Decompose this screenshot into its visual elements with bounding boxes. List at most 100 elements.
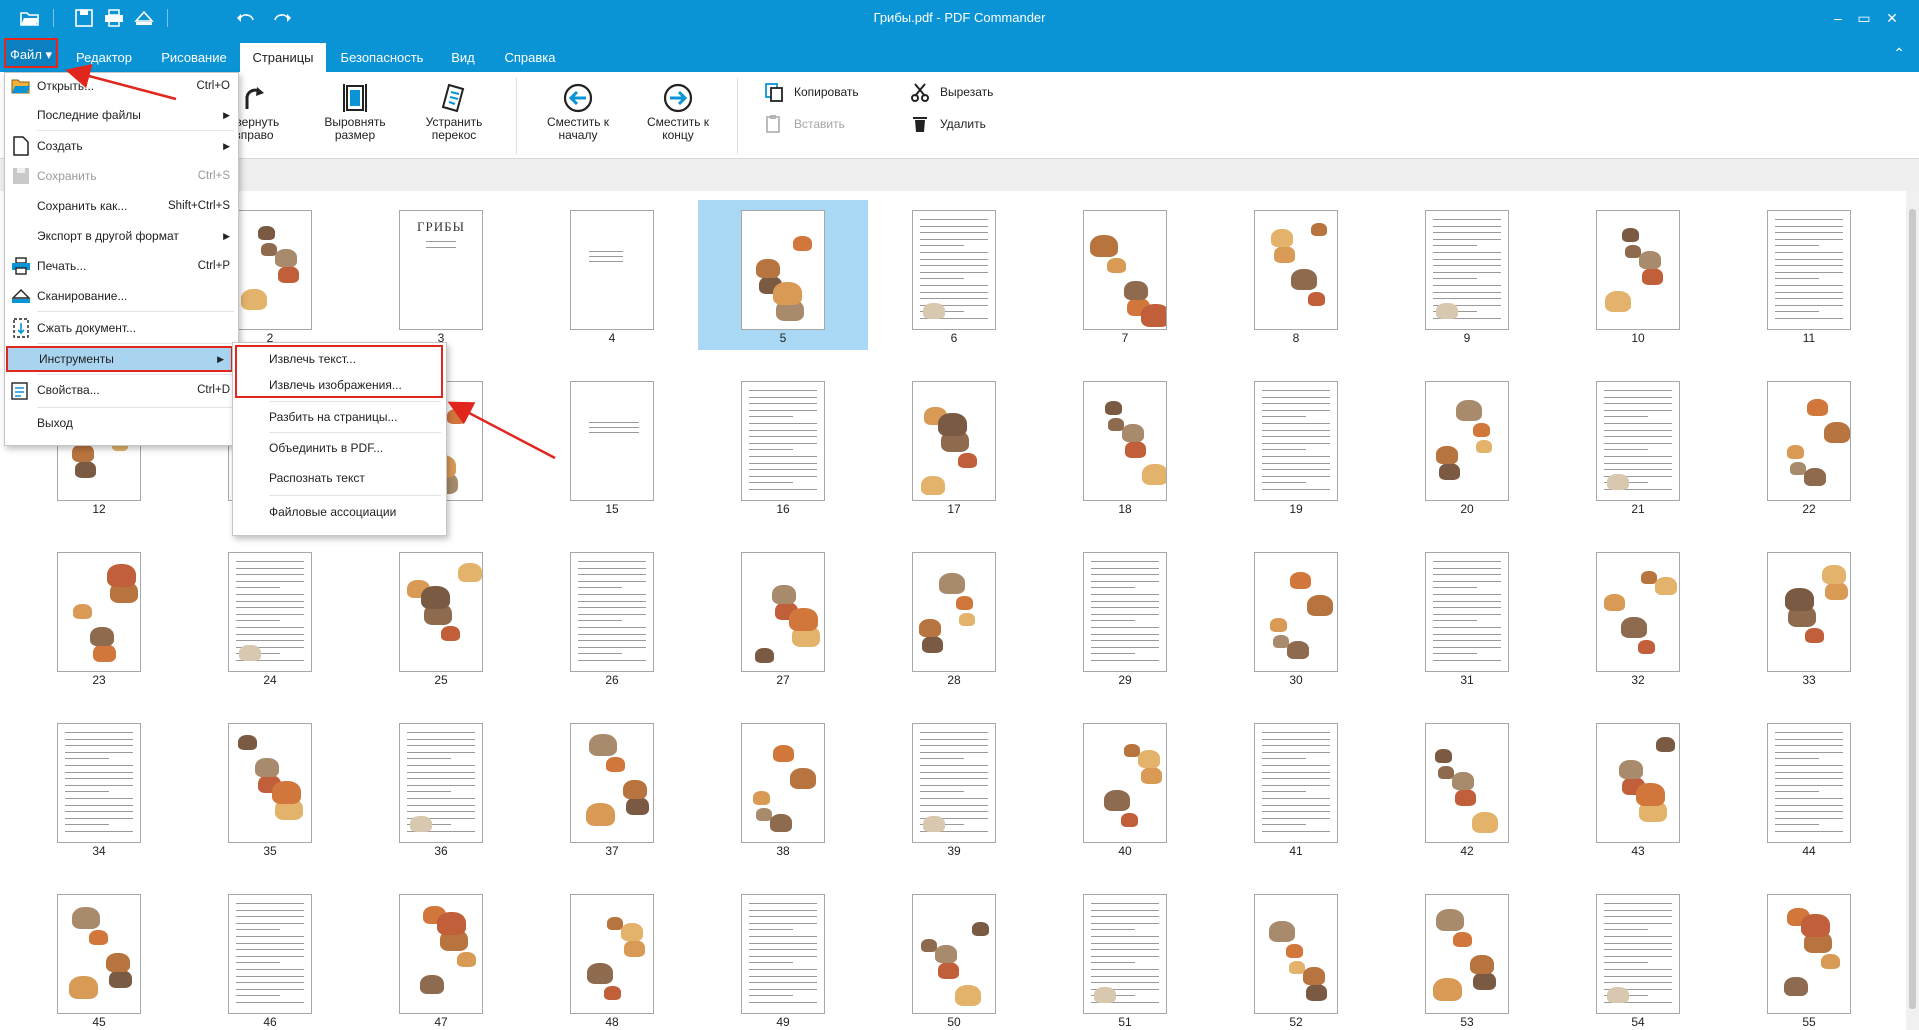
menu-item-create[interactable]: Создать ▶: [5, 134, 238, 158]
scrollbar-thumb[interactable]: [1909, 209, 1916, 1009]
page-thumbnail[interactable]: 16: [698, 371, 868, 521]
page-thumbnail[interactable]: 42: [1382, 713, 1552, 863]
page-thumbnail[interactable]: 30: [1211, 542, 1381, 692]
page-thumbnail[interactable]: 43: [1553, 713, 1723, 863]
page-thumbnail[interactable]: 26: [527, 542, 697, 692]
page-thumbnail[interactable]: 53: [1382, 884, 1552, 1030]
page-thumbnail[interactable]: 4: [527, 200, 697, 350]
page-thumbnail[interactable]: 55: [1724, 884, 1894, 1030]
tab-help[interactable]: Справка: [494, 43, 566, 72]
menu-item-scan[interactable]: Сканирование...: [5, 284, 238, 308]
page-thumbnail[interactable]: 34: [14, 713, 184, 863]
paste-button[interactable]: Вставить: [760, 113, 845, 135]
page-thumbnail[interactable]: 19: [1211, 371, 1381, 521]
text-line: [1775, 824, 1819, 826]
fix-skew-button[interactable]: Устранить перекос: [410, 80, 498, 142]
page-thumbnail[interactable]: 45: [14, 884, 184, 1030]
text-line: [407, 791, 451, 793]
submenu-item-merge-pdf[interactable]: Объединить в PDF...: [233, 435, 446, 461]
minimize-button[interactable]: –: [1827, 8, 1849, 28]
cut-button[interactable]: Вырезать: [906, 81, 993, 103]
tab-editor[interactable]: Редактор: [66, 43, 142, 72]
delete-button[interactable]: Удалить: [906, 113, 986, 135]
page-thumbnail[interactable]: 38: [698, 713, 868, 863]
close-button[interactable]: ✕: [1881, 8, 1903, 28]
page-thumbnail[interactable]: 15: [527, 371, 697, 521]
tab-file[interactable]: Файл ▾: [4, 38, 58, 68]
page-thumbnail[interactable]: 21: [1553, 371, 1723, 521]
page-thumbnail[interactable]: ГРИБЫ 3: [356, 200, 526, 350]
maximize-button[interactable]: ▭: [1853, 8, 1875, 28]
page-thumbnail[interactable]: 54: [1553, 884, 1723, 1030]
page-thumbnail[interactable]: 51: [1040, 884, 1210, 1030]
page-thumbnail[interactable]: 40: [1040, 713, 1210, 863]
menu-item-exit[interactable]: Выход: [5, 411, 238, 435]
menu-item-tools[interactable]: Инструменты ▶: [6, 346, 233, 372]
page-thumbnail[interactable]: 37: [527, 713, 697, 863]
tab-pages[interactable]: Страницы: [240, 43, 326, 72]
fix-skew-label: Устранить перекос: [425, 115, 483, 142]
tab-view[interactable]: Вид: [440, 43, 486, 72]
menu-item-print[interactable]: Печать... Ctrl+P: [5, 254, 238, 278]
page-thumbnail[interactable]: 36: [356, 713, 526, 863]
page-thumbnail[interactable]: 41: [1211, 713, 1381, 863]
page-number: 15: [605, 502, 619, 516]
page-thumbnail[interactable]: 18: [1040, 371, 1210, 521]
menu-item-compress[interactable]: Сжать документ...: [5, 316, 238, 340]
page-thumbnail[interactable]: 25: [356, 542, 526, 692]
page-thumbnail[interactable]: 8: [1211, 200, 1381, 350]
page-thumbnail[interactable]: 22: [1724, 371, 1894, 521]
page-thumbnail[interactable]: 9: [1382, 200, 1552, 350]
menu-item-save-as[interactable]: Сохранить как... Shift+Ctrl+S: [5, 194, 238, 218]
submenu-item-split-pages[interactable]: Разбить на страницы...: [233, 404, 446, 430]
menu-item-export[interactable]: Экспорт в другой формат ▶: [5, 224, 238, 248]
page-thumbnail[interactable]: 10: [1553, 200, 1723, 350]
text-line: [65, 798, 133, 799]
page-thumbnail[interactable]: 47: [356, 884, 526, 1030]
menu-item-properties[interactable]: Свойства... Ctrl+D: [5, 378, 238, 402]
text-line: [65, 765, 133, 766]
page-thumbnail[interactable]: 33: [1724, 542, 1894, 692]
mushroom-illustration: [1436, 909, 1464, 932]
text-line: [1262, 449, 1306, 451]
menu-item-save[interactable]: Сохранить Ctrl+S: [5, 164, 238, 188]
page-thumbnail[interactable]: 17: [869, 371, 1039, 521]
page-thumbnail[interactable]: 50: [869, 884, 1039, 1030]
move-to-end-button[interactable]: Сместить к концу: [634, 80, 722, 142]
tab-drawing[interactable]: Рисование: [152, 43, 236, 72]
text-line: [1775, 285, 1843, 286]
page-thumbnail[interactable]: 5: [698, 200, 868, 350]
collapse-ribbon-icon[interactable]: ⌃: [1893, 45, 1905, 62]
pdf-commander-window: Грибы.pdf - PDF Commander – ▭ ✕ Файл ▾ Р…: [0, 0, 1919, 1030]
page-thumbnail[interactable]: 11: [1724, 200, 1894, 350]
page-thumbnail[interactable]: 24: [185, 542, 355, 692]
page-thumbnail[interactable]: 35: [185, 713, 355, 863]
move-to-start-button[interactable]: Сместить к началу: [534, 80, 622, 142]
page-thumbnail[interactable]: 39: [869, 713, 1039, 863]
page-thumbnail[interactable]: 29: [1040, 542, 1210, 692]
align-size-button[interactable]: Выровнять размер: [311, 80, 399, 142]
tab-security[interactable]: Безопасность: [334, 43, 430, 72]
page-preview: [1254, 894, 1338, 1014]
text-line: [920, 771, 988, 773]
submenu-item-file-associations[interactable]: Файловые ассоциации: [233, 499, 446, 525]
menu-item-recent-files[interactable]: Последние файлы ▶: [5, 103, 238, 127]
vertical-scrollbar[interactable]: [1906, 191, 1919, 1030]
page-thumbnail[interactable]: 44: [1724, 713, 1894, 863]
page-thumbnail[interactable]: 31: [1382, 542, 1552, 692]
page-thumbnail[interactable]: 48: [527, 884, 697, 1030]
page-thumbnail[interactable]: 6: [869, 200, 1039, 350]
page-thumbnail[interactable]: 27: [698, 542, 868, 692]
menu-item-open[interactable]: Открыть... Ctrl+O: [5, 74, 238, 98]
page-thumbnail[interactable]: 49: [698, 884, 868, 1030]
page-thumbnail[interactable]: 32: [1553, 542, 1723, 692]
page-preview: [912, 723, 996, 843]
page-thumbnail[interactable]: 7: [1040, 200, 1210, 350]
page-thumbnail[interactable]: 20: [1382, 371, 1552, 521]
copy-button[interactable]: Копировать: [760, 81, 859, 103]
page-thumbnail[interactable]: 23: [14, 542, 184, 692]
submenu-item-ocr[interactable]: Распознать текст: [233, 465, 446, 491]
page-thumbnail[interactable]: 52: [1211, 884, 1381, 1030]
page-thumbnail[interactable]: 46: [185, 884, 355, 1030]
page-thumbnail[interactable]: 28: [869, 542, 1039, 692]
